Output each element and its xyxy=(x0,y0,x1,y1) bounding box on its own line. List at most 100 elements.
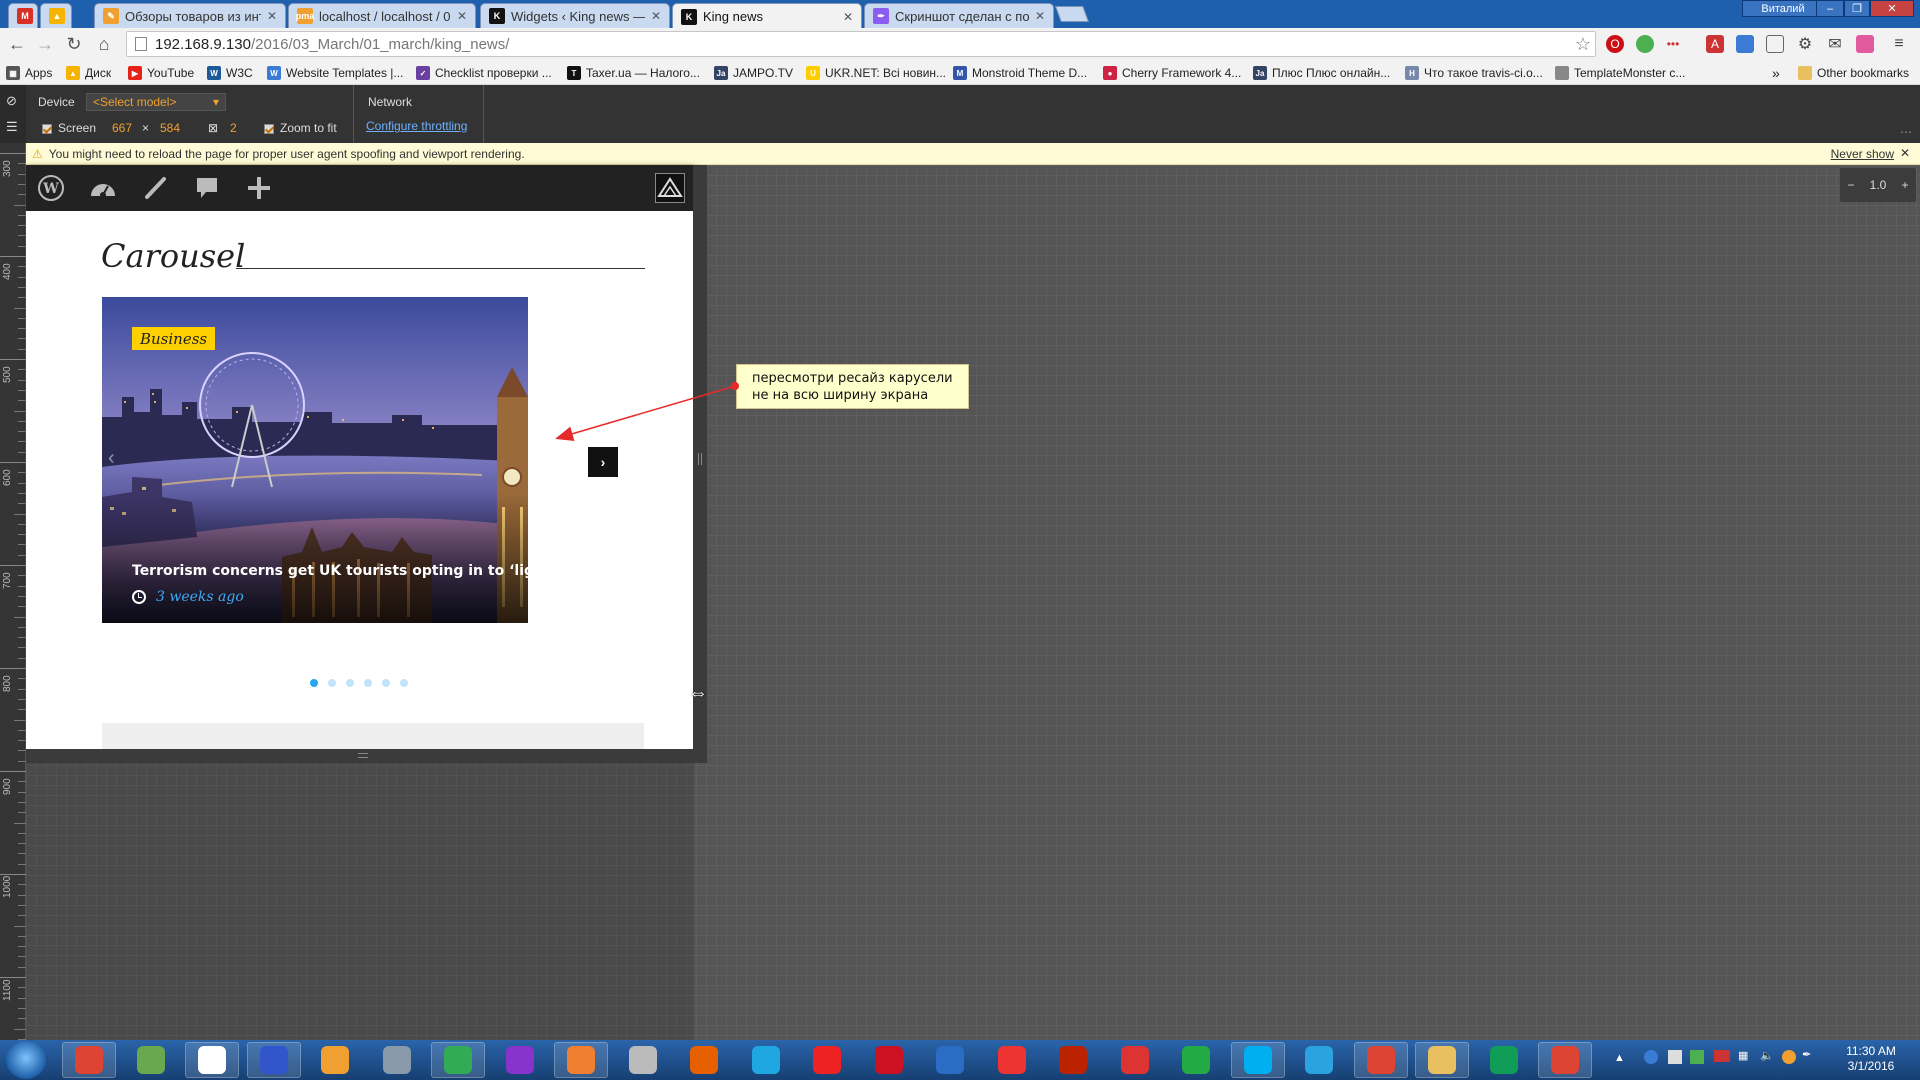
home-button[interactable]: ⌂ xyxy=(92,33,116,55)
taskbar-skype-s-button[interactable] xyxy=(185,1042,239,1078)
tab-screenshot[interactable]: ✒ Скриншот сделан с помо ✕ xyxy=(864,3,1054,28)
tray-app-icon[interactable] xyxy=(1690,1050,1704,1064)
tab-drive[interactable]: ▲ xyxy=(40,3,72,28)
tab-widgets[interactable]: K Widgets ‹ King news — W ✕ xyxy=(480,3,670,28)
taskbar-vivaldi-button[interactable] xyxy=(985,1042,1039,1078)
bookmark-plusplus[interactable]: Ja Плюс Плюс онлайн... xyxy=(1253,64,1390,82)
taskbar-filezilla-button[interactable] xyxy=(1046,1042,1100,1078)
taskbar-firefox-button[interactable] xyxy=(677,1042,731,1078)
network-icon[interactable]: ▦ xyxy=(1738,1049,1748,1062)
taskbar-floppy-button[interactable] xyxy=(247,1042,301,1078)
taskbar-opera-button[interactable] xyxy=(862,1042,916,1078)
taskbar-chrome-canary-button[interactable] xyxy=(1354,1042,1408,1078)
site-logo-icon[interactable] xyxy=(655,173,685,203)
taskbar-chrome-2-button[interactable] xyxy=(1538,1042,1592,1078)
carousel-prev-icon[interactable]: ‹ xyxy=(108,447,115,470)
zoom-to-fit-checkbox[interactable]: Zoom to fit xyxy=(264,121,337,135)
zoom-in-button[interactable]: + xyxy=(1901,178,1908,192)
taskbar-anydesk-button[interactable] xyxy=(1108,1042,1162,1078)
gear-icon[interactable]: ⚙ xyxy=(1796,35,1814,53)
carousel-dot[interactable] xyxy=(364,679,372,687)
tab-phpmyadmin[interactable]: pma localhost / localhost / 03- ✕ xyxy=(288,3,476,28)
bookmark-apps[interactable]: ▦ Apps xyxy=(6,64,52,82)
window-extension-icon[interactable] xyxy=(1766,35,1784,53)
profile-button[interactable]: Виталий xyxy=(1742,0,1824,17)
taskbar-sublime-button[interactable] xyxy=(554,1042,608,1078)
screen-width-field[interactable]: 667 xyxy=(112,121,132,135)
screen-checkbox[interactable]: Screen xyxy=(42,121,96,135)
taskbar-notepad-button[interactable] xyxy=(124,1042,178,1078)
device-model-select[interactable]: <Select model> ▾ xyxy=(86,93,226,111)
taskbar-skype-button[interactable] xyxy=(1231,1042,1285,1078)
carousel-dot[interactable] xyxy=(310,679,318,687)
reload-button[interactable]: ↻ xyxy=(62,33,86,55)
carousel-dot[interactable] xyxy=(346,679,354,687)
feather-icon[interactable]: ✒ xyxy=(1802,1048,1811,1061)
bookmark-disk[interactable]: ▲ Диск xyxy=(66,64,111,82)
taskbar-mask-button[interactable] xyxy=(616,1042,670,1078)
taskbar-explorer-button[interactable] xyxy=(1415,1042,1469,1078)
taskbar-ie-button[interactable] xyxy=(739,1042,793,1078)
bookmark-travis[interactable]: H Что такое travis-ci.o... xyxy=(1405,64,1543,82)
block-icon[interactable]: ⊘ xyxy=(6,93,17,109)
close-window-button[interactable]: ✕ xyxy=(1870,0,1914,17)
bookmark-w3c[interactable]: W W3C xyxy=(207,64,253,82)
start-button[interactable] xyxy=(6,1041,46,1079)
other-bookmarks[interactable]: Other bookmarks xyxy=(1798,64,1909,82)
zoom-out-button[interactable]: − xyxy=(1848,178,1855,192)
tab-reviews[interactable]: ✎ Обзоры товаров из инте ✕ xyxy=(94,3,286,28)
taskbar-skype-green-button[interactable] xyxy=(1169,1042,1223,1078)
minimize-button[interactable]: – xyxy=(1816,0,1844,17)
bookmark-templatemonster[interactable]: TemplateMonster c... xyxy=(1555,64,1685,82)
more-icon[interactable]: ⋯ xyxy=(1900,125,1912,139)
gradient-extension-icon[interactable] xyxy=(1856,35,1874,53)
address-bar[interactable]: 192.168.9.130/2016/03_March/01_march/kin… xyxy=(126,31,1596,57)
slide-title[interactable]: Terrorism concerns get UK tourists optin… xyxy=(132,563,528,579)
bookmark-star-icon[interactable]: ☆ xyxy=(1574,34,1592,54)
close-icon[interactable]: ✕ xyxy=(1900,146,1910,160)
bookmark-cherry[interactable]: ● Cherry Framework 4... xyxy=(1103,64,1241,82)
dashboard-icon[interactable] xyxy=(88,173,118,203)
taskbar-network-button[interactable] xyxy=(431,1042,485,1078)
tray-app-icon[interactable] xyxy=(1782,1050,1796,1064)
taskbar-camera-button[interactable] xyxy=(493,1042,547,1078)
mail-icon[interactable]: ✉ xyxy=(1826,35,1844,53)
bookmark-jampo[interactable]: Ja JAMPO.TV xyxy=(714,64,793,82)
red-extension-icon[interactable]: A xyxy=(1706,35,1724,53)
maximize-button[interactable]: ❐ xyxy=(1844,0,1870,17)
dots-extension-icon[interactable]: ••• xyxy=(1664,35,1682,53)
tab-king-news[interactable]: K King news ✕ xyxy=(672,3,862,29)
close-tab-icon[interactable]: ✕ xyxy=(843,10,853,24)
viewport-height-handle[interactable] xyxy=(26,749,707,763)
forward-button[interactable]: → xyxy=(33,33,57,55)
wordpress-icon[interactable]: W xyxy=(36,173,66,203)
taskbar-hangouts-button[interactable] xyxy=(1477,1042,1531,1078)
bookmark-ukrnet[interactable]: U UKR.NET: Всі новин... xyxy=(806,64,946,82)
screen-height-field[interactable]: 584 xyxy=(160,121,180,135)
taskbar-chrome-button[interactable] xyxy=(62,1042,116,1078)
bookmark-website-templates[interactable]: W Website Templates |... xyxy=(267,64,403,82)
green-extension-icon[interactable] xyxy=(1636,35,1654,53)
viewport-width-handle[interactable] xyxy=(693,165,707,763)
bookmark-monstroid[interactable]: M Monstroid Theme D... xyxy=(953,64,1087,82)
clock[interactable]: 11:30 AM 3/1/2016 xyxy=(1836,1044,1906,1074)
plus-icon[interactable] xyxy=(244,173,274,203)
tray-app-icon[interactable] xyxy=(1668,1050,1682,1064)
bookmark-youtube[interactable]: ▶ YouTube xyxy=(128,64,194,82)
tray-expand-icon[interactable]: ▲ xyxy=(1614,1052,1625,1064)
never-show-link[interactable]: Never show xyxy=(1831,147,1894,161)
back-button[interactable]: ← xyxy=(5,33,29,55)
carousel-next-button[interactable]: › xyxy=(588,447,618,477)
taskbar-telegram-button[interactable] xyxy=(1292,1042,1346,1078)
brush-icon[interactable] xyxy=(140,173,170,203)
carousel-slide[interactable]: Business ‹ Terrorism concerns get UK tou… xyxy=(102,297,528,623)
menu-icon[interactable]: ≡ xyxy=(1890,35,1908,53)
taskbar-yandex-button[interactable] xyxy=(800,1042,854,1078)
carousel-dot[interactable] xyxy=(328,679,336,687)
flag-icon[interactable] xyxy=(1714,1050,1730,1062)
taskbar-thunderbird-button[interactable] xyxy=(923,1042,977,1078)
close-tab-icon[interactable]: ✕ xyxy=(267,9,277,23)
media-query-icon[interactable]: ☰ xyxy=(6,119,18,135)
tray-app-icon[interactable] xyxy=(1644,1050,1658,1064)
carousel-dot[interactable] xyxy=(400,679,408,687)
